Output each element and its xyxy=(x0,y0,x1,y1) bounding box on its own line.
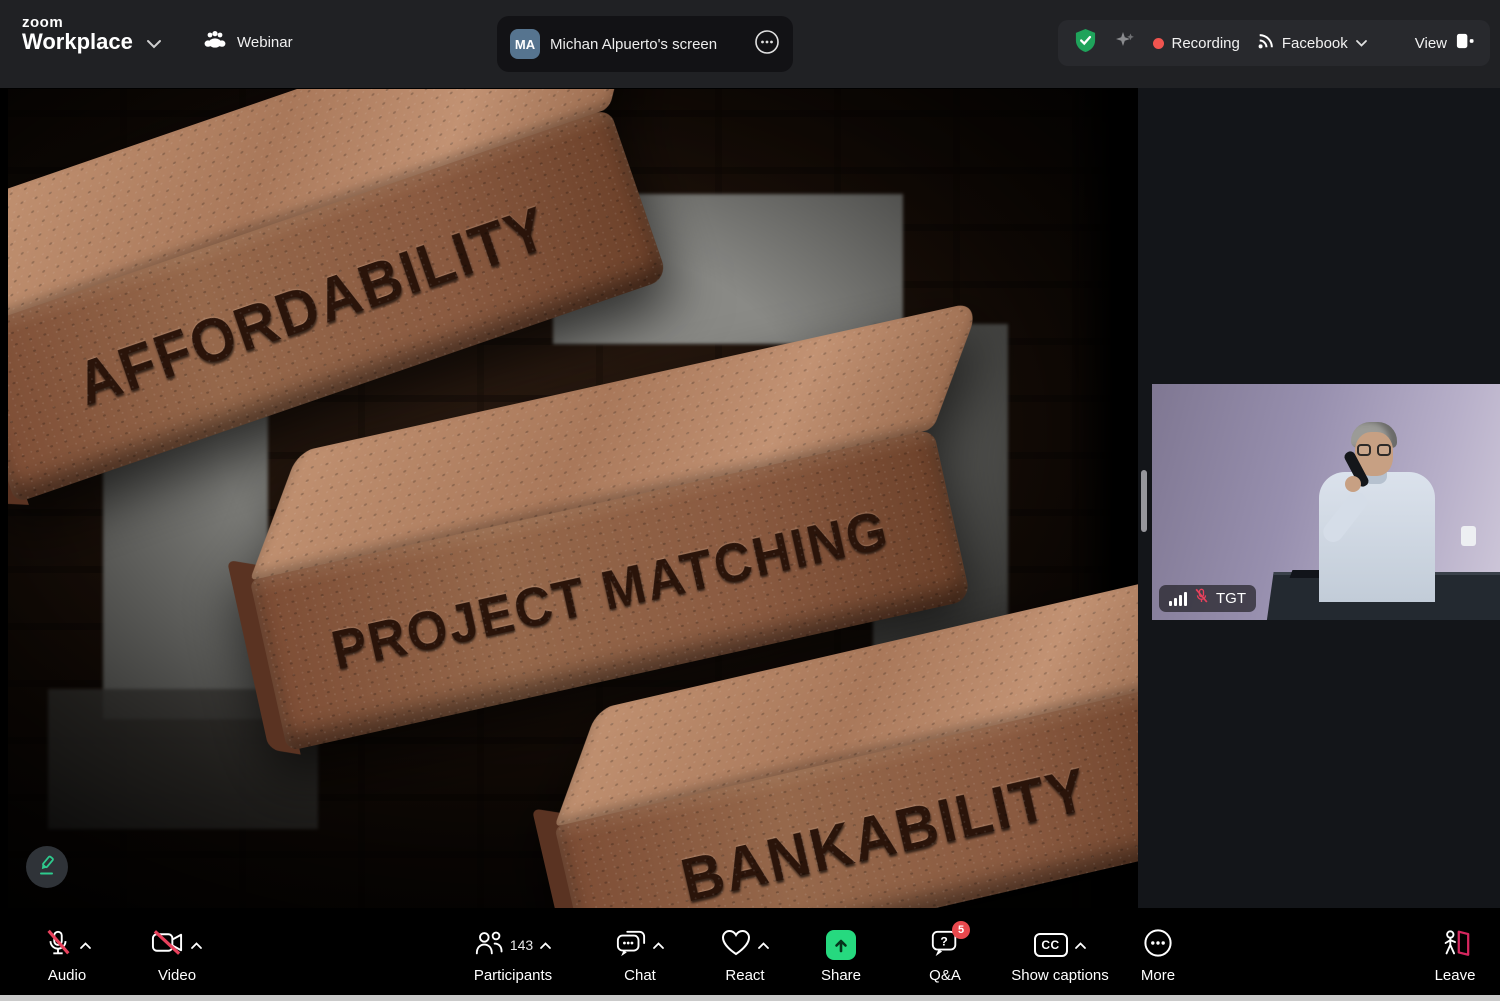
view-layout-icon xyxy=(1455,32,1474,54)
react-label: React xyxy=(725,967,764,984)
webinar-tab[interactable]: Webinar xyxy=(203,30,293,54)
chevron-up-icon[interactable] xyxy=(652,941,665,950)
presenter xyxy=(1305,422,1445,620)
recording-dot xyxy=(1153,38,1164,49)
meeting-status-group: Recording Facebook View xyxy=(1058,20,1491,66)
more-icon xyxy=(1143,928,1173,963)
screen-share-tab-title: Michan Alpuerto's screen xyxy=(550,36,744,53)
webinar-label: Webinar xyxy=(237,34,293,51)
chat-label: Chat xyxy=(624,967,656,984)
chevron-up-icon[interactable] xyxy=(1074,941,1087,950)
chat-button[interactable]: Chat xyxy=(595,930,685,984)
qa-icon: ? 5 xyxy=(930,928,960,963)
video-button[interactable]: Video xyxy=(134,930,220,984)
people-icon xyxy=(203,30,227,54)
participant-name: TGT xyxy=(1216,590,1246,607)
captions-button[interactable]: CC Show captions xyxy=(995,930,1125,984)
view-button[interactable]: View xyxy=(1415,32,1474,54)
leave-icon xyxy=(1439,928,1471,963)
more-button[interactable]: More xyxy=(1128,930,1188,984)
captions-label: Show captions xyxy=(1011,967,1109,984)
chevron-up-icon[interactable] xyxy=(757,941,770,950)
screen-share-tab[interactable]: MA Michan Alpuerto's screen xyxy=(497,16,793,72)
mic-muted-icon xyxy=(43,928,73,963)
zoom-window: zoom Workplace Webinar MA Michan Alpuert… xyxy=(0,0,1500,1001)
participants-label: Participants xyxy=(474,967,552,984)
participant-name-badge: TGT xyxy=(1159,585,1256,612)
annotate-button[interactable] xyxy=(26,846,68,888)
glasses xyxy=(1356,444,1392,457)
chevron-up-icon[interactable] xyxy=(190,941,203,950)
share-icon xyxy=(826,930,856,960)
audio-button[interactable]: Audio xyxy=(24,930,110,984)
leave-label: Leave xyxy=(1435,967,1476,984)
chevron-up-icon[interactable] xyxy=(79,941,92,950)
pencil-icon xyxy=(36,854,58,881)
qa-unread-badge: 5 xyxy=(952,921,970,939)
recording-label: Recording xyxy=(1172,35,1240,52)
participants-button[interactable]: 143 Participants xyxy=(455,930,571,984)
share-button[interactable]: Share xyxy=(808,930,874,984)
chat-icon xyxy=(616,928,646,963)
wall-thermostat xyxy=(1461,526,1476,546)
stream-label: Facebook xyxy=(1282,35,1348,52)
video-panel: TGT xyxy=(1138,88,1500,918)
qa-button[interactable]: ? 5 Q&A xyxy=(905,930,985,984)
more-label: More xyxy=(1141,967,1175,984)
chevron-down-icon xyxy=(1355,39,1368,48)
recording-indicator[interactable]: Recording xyxy=(1153,35,1240,52)
meeting-toolbar: Audio Video xyxy=(0,908,1500,995)
logo-workplace-text: Workplace xyxy=(22,29,133,55)
react-button[interactable]: React xyxy=(700,930,790,984)
avatar: MA xyxy=(510,29,540,59)
participants-count: 143 xyxy=(510,937,533,953)
audio-label: Audio xyxy=(48,967,86,984)
mic-muted-icon xyxy=(1194,588,1209,609)
share-label: Share xyxy=(821,967,861,984)
live-stream-indicator[interactable]: Facebook xyxy=(1257,32,1368,54)
view-label: View xyxy=(1415,35,1447,52)
speaker-video-tile[interactable]: TGT xyxy=(1152,384,1500,620)
cc-icon: CC xyxy=(1034,933,1068,957)
tab-options-ellipsis-icon[interactable] xyxy=(754,29,780,60)
signal-bars-icon xyxy=(1169,592,1187,606)
qa-label: Q&A xyxy=(929,967,961,984)
participants-icon xyxy=(474,929,504,962)
chevron-up-icon[interactable] xyxy=(539,941,552,950)
chevron-down-icon[interactable] xyxy=(146,36,162,54)
ai-sparkle-icon[interactable] xyxy=(1114,30,1136,57)
top-bar: zoom Workplace Webinar MA Michan Alpuert… xyxy=(0,0,1500,88)
heart-icon xyxy=(721,929,751,962)
camera-muted-icon xyxy=(151,929,184,961)
shared-screen-slide: AFFORDABILITY PROJECT MATCHING BANKABILI… xyxy=(8,89,1138,908)
bottom-edge-strip xyxy=(0,995,1500,1001)
broadcast-icon xyxy=(1257,32,1275,54)
shield-check-icon[interactable] xyxy=(1074,28,1097,58)
leave-button[interactable]: Leave xyxy=(1420,930,1490,984)
panel-scrollbar[interactable] xyxy=(1141,470,1147,532)
zoom-workplace-logo: zoom Workplace xyxy=(22,14,133,55)
video-label: Video xyxy=(158,967,196,984)
svg-text:?: ? xyxy=(940,934,947,948)
